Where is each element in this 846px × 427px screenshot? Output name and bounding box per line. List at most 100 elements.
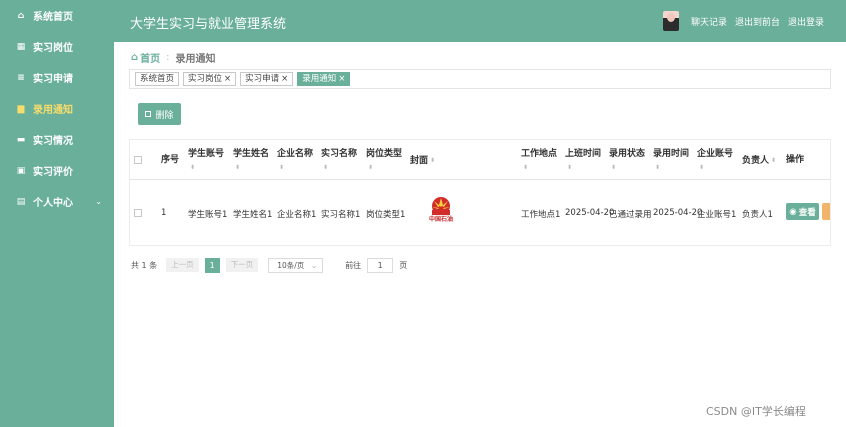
top-header: 大学生实习与就业管理系统 聊天记录 退出到前台 退出登录 <box>114 0 846 42</box>
exit-to-front-link[interactable]: 退出到前台 <box>735 15 780 28</box>
list-icon: ≡ <box>17 72 25 83</box>
cell-manager: 负责人1 <box>742 210 773 220</box>
sidebar-item-internship-applications[interactable]: ≡ 实习申请 <box>0 62 114 93</box>
delete-icon <box>145 111 152 117</box>
cell-student-name: 学生姓名1 <box>233 210 273 220</box>
column-header-company-name[interactable]: 企业名称⬍ <box>277 148 313 175</box>
page-number-button[interactable]: 1 <box>204 257 220 273</box>
sort-icon[interactable]: ⬍ <box>567 161 572 174</box>
sort-icon[interactable]: ⬍ <box>279 161 284 174</box>
select-all-checkbox[interactable] <box>134 156 142 164</box>
tag-home[interactable]: 系统首页 <box>135 72 180 86</box>
close-icon[interactable]: × <box>281 74 288 84</box>
sidebar-item-internship-posts[interactable]: ▦ 实习岗位 <box>0 31 114 62</box>
cell-internship-name: 实习名称1 <box>321 210 361 220</box>
sort-icon[interactable]: ⬍ <box>430 154 435 167</box>
column-header-cover[interactable]: 封面 ⬍ <box>410 154 435 168</box>
briefcase-icon: ▣ <box>16 165 26 176</box>
column-header-start-time[interactable]: 上班时间⬍ <box>565 148 601 175</box>
pagination-total: 共 1 条 <box>131 260 158 270</box>
sort-icon[interactable]: ⬍ <box>655 161 660 174</box>
table-header: 序号 学生账号⬍ 学生姓名⬍ 企业名称⬍ 实习名称⬍ 岗位类型⬍ 封面 ⬍ 工作地… <box>130 140 830 180</box>
column-header-post-type[interactable]: 岗位类型⬍ <box>366 148 402 175</box>
home-icon: ⌂ <box>131 52 139 63</box>
cell-student-account: 学生账号1 <box>188 210 228 220</box>
goto-label: 前往 <box>345 260 362 270</box>
sidebar-item-home[interactable]: ⌂ 系统首页 <box>0 0 114 31</box>
close-icon[interactable]: × <box>224 74 231 84</box>
sidebar-item-personal-center[interactable]: ▤ 个人中心 ⌄ <box>0 186 114 217</box>
goto-page-input[interactable]: 1 <box>367 257 394 273</box>
row-checkbox[interactable] <box>134 209 142 217</box>
app-title: 大学生实习与就业管理系统 <box>130 17 287 32</box>
chevron-down-icon[interactable]: ⌄ <box>95 197 102 206</box>
sort-icon[interactable]: ⬍ <box>699 161 704 174</box>
sidebar-item-internship-status[interactable]: ▬ 实习情况 <box>0 124 114 155</box>
page-size-value: 10条/页 <box>277 260 305 270</box>
logout-link[interactable]: 退出登录 <box>788 15 824 28</box>
column-header-internship-name[interactable]: 实习名称⬍ <box>321 148 357 175</box>
chat-history-link[interactable]: 聊天记录 <box>691 15 727 28</box>
cell-company-account: 企业账号1 <box>697 210 737 220</box>
bell-icon: ▆ <box>17 103 25 114</box>
column-header-location[interactable]: 工作地点⬍ <box>521 148 557 175</box>
cover-image: 中国石油 <box>426 196 456 226</box>
sidebar-item-label: 实习评价 <box>33 167 73 178</box>
edit-button[interactable] <box>822 203 830 220</box>
sort-icon[interactable]: ⬍ <box>523 161 528 174</box>
delete-button[interactable]: 删除 <box>138 103 181 125</box>
sidebar-item-label: 实习情况 <box>33 136 73 147</box>
column-header-student-name[interactable]: 学生姓名⬍ <box>233 148 269 175</box>
page-unit-label: 页 <box>399 260 408 270</box>
user-center-icon: ▤ <box>16 196 26 207</box>
sort-icon[interactable]: ⬍ <box>771 154 776 167</box>
tags-view-bar: 系统首页 实习岗位 × 实习申请 × 录用通知 × <box>129 69 831 89</box>
data-table: 序号 学生账号⬍ 学生姓名⬍ 企业名称⬍ 实习名称⬍ 岗位类型⬍ 封面 ⬍ 工作地… <box>129 139 831 246</box>
sort-icon[interactable]: ⬍ <box>611 161 616 174</box>
cell-post-type: 岗位类型1 <box>366 210 406 220</box>
chevron-down-icon: ⌄ <box>310 260 318 270</box>
cell-hire-time: 2025-04-20 <box>653 208 703 218</box>
column-header-hire-time[interactable]: 录用时间⬍ <box>653 148 689 175</box>
sort-icon[interactable]: ⬍ <box>323 161 328 174</box>
petrochina-logo <box>432 197 450 215</box>
column-header-actions: 操作 <box>786 155 805 165</box>
eye-icon: ◉ <box>789 206 797 217</box>
next-page-button[interactable]: 下一页 <box>225 258 259 272</box>
tag-label: 实习申请 <box>245 74 280 84</box>
column-header-student-account[interactable]: 学生账号⬍ <box>188 148 224 175</box>
tag-label: 实习岗位 <box>188 74 223 84</box>
tag-offer-notices[interactable]: 录用通知 × <box>297 72 351 86</box>
sidebar: ⌂ 系统首页 ▦ 实习岗位 ≡ 实习申请 ▆ 录用通知 ▬ 实习情况 ▣ 实习评… <box>0 0 114 427</box>
sidebar-item-label: 实习岗位 <box>33 43 73 54</box>
breadcrumb-home[interactable]: ⌂ 首页 <box>131 50 160 65</box>
tag-label: 录用通知 <box>302 74 337 84</box>
sidebar-item-internship-evaluation[interactable]: ▣ 实习评价 <box>0 155 114 186</box>
column-header-company-account[interactable]: 企业账号⬍ <box>697 148 733 175</box>
column-header-status[interactable]: 录用状态⬍ <box>609 148 645 175</box>
tag-internship-posts[interactable]: 实习岗位 × <box>183 72 237 86</box>
cell-start-time: 2025-04-20 <box>565 208 615 218</box>
sidebar-item-label: 实习申请 <box>33 74 73 85</box>
prev-page-button[interactable]: 上一页 <box>166 258 199 272</box>
table-row: 1 学生账号1 学生姓名1 企业名称1 实习名称1 岗位类型1 中国石油 工作地… <box>130 181 830 244</box>
view-button[interactable]: ◉ 查看 <box>786 203 819 220</box>
column-header-manager[interactable]: 负责人 ⬍ <box>742 154 776 168</box>
ticket-icon: ▬ <box>16 134 26 145</box>
close-icon[interactable]: × <box>338 74 345 84</box>
sidebar-item-offer-notices[interactable]: ▆ 录用通知 <box>0 93 114 124</box>
tag-internship-applications[interactable]: 实习申请 × <box>240 72 294 86</box>
sort-icon[interactable]: ⬍ <box>190 161 195 174</box>
breadcrumb-current: 录用通知 <box>175 54 216 65</box>
watermark: CSDN @IT学长编程 <box>706 405 806 418</box>
delete-button-label: 删除 <box>155 110 174 121</box>
sidebar-item-label: 个人中心 <box>33 198 73 209</box>
sort-icon[interactable]: ⬍ <box>235 161 240 174</box>
sort-icon[interactable]: ⬍ <box>368 161 373 174</box>
cover-logo-text: 中国石油 <box>428 216 453 223</box>
pagination: 共 1 条 上一页 1 下一页 10条/页 ⌄ 前往 1 页 <box>131 257 407 273</box>
cell-index: 1 <box>161 208 167 218</box>
sidebar-item-label: 系统首页 <box>33 12 73 23</box>
page-size-select[interactable]: 10条/页 ⌄ <box>268 257 324 273</box>
avatar[interactable] <box>662 11 679 31</box>
